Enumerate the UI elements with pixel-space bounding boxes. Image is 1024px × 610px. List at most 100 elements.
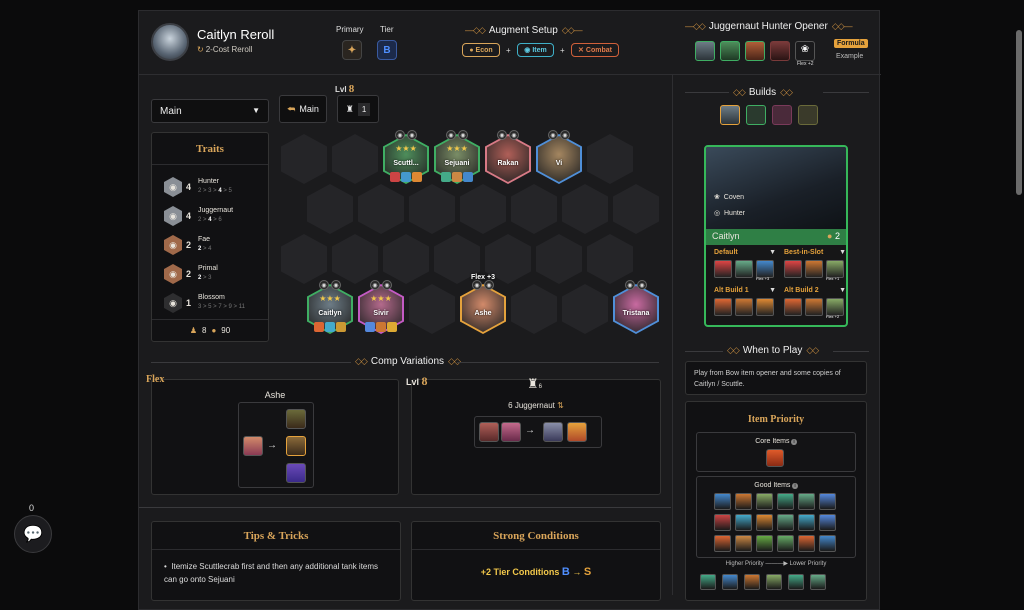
swap-unit-2[interactable] bbox=[286, 436, 306, 456]
build-item-icon[interactable] bbox=[805, 298, 823, 316]
augment-econ[interactable]: ● Econ bbox=[462, 43, 500, 57]
swap-unit-3[interactable] bbox=[286, 463, 306, 483]
chat-button[interactable]: 💬 bbox=[14, 515, 52, 553]
board-hex[interactable] bbox=[536, 234, 582, 284]
item-icon bbox=[387, 322, 397, 332]
build-select[interactable]: Main ▼ bbox=[151, 99, 269, 123]
build-slot-label[interactable]: Alt Build 2 ▼ bbox=[784, 287, 846, 294]
good-item-icon[interactable] bbox=[798, 535, 815, 552]
priority-item-icon[interactable] bbox=[744, 574, 760, 590]
build-item-icon[interactable] bbox=[714, 298, 732, 316]
build-unit-4[interactable] bbox=[798, 105, 818, 125]
good-item-icon[interactable] bbox=[735, 535, 752, 552]
primary-label: Primary bbox=[336, 25, 364, 34]
swap-in-1[interactable] bbox=[543, 422, 563, 442]
unit-name: Vi bbox=[555, 160, 563, 167]
build-slot-label[interactable]: Alt Build 1 ▼ bbox=[714, 287, 776, 294]
good-item-icon[interactable] bbox=[756, 535, 773, 552]
unit-tristana[interactable] bbox=[613, 284, 659, 334]
augment-item[interactable]: ◉ Item bbox=[517, 43, 554, 57]
right-arrow-icon: → bbox=[267, 440, 277, 451]
board-hex[interactable] bbox=[562, 184, 608, 234]
good-item-icon[interactable] bbox=[798, 493, 815, 510]
cost-icon: ● 2 bbox=[827, 231, 840, 241]
board-hex[interactable] bbox=[409, 184, 455, 234]
trait-row-hunter[interactable]: ◉ 4 Hunter 2 > 3 > 4 > 5 bbox=[164, 177, 260, 197]
opener-flex[interactable]: ❀ bbox=[795, 41, 815, 61]
trait-badge-icon: ◉ bbox=[382, 280, 392, 290]
board-hex[interactable] bbox=[409, 284, 455, 334]
build-unit-3[interactable] bbox=[772, 105, 792, 125]
unit-rakan[interactable] bbox=[485, 134, 531, 184]
opener-unit-1[interactable] bbox=[695, 41, 715, 61]
board-hex[interactable] bbox=[587, 234, 633, 284]
board-hex[interactable] bbox=[281, 134, 327, 184]
board-hex[interactable] bbox=[587, 134, 633, 184]
build-slot-label[interactable]: Default ▼ bbox=[714, 249, 776, 256]
board-hex[interactable] bbox=[460, 184, 506, 234]
trait-row-blossom[interactable]: ◉ 1 Blossom 3 > 5 > 7 > 9 > 11 bbox=[164, 293, 260, 313]
board-hex[interactable] bbox=[613, 184, 659, 234]
good-item-icon[interactable] bbox=[777, 514, 794, 531]
good-item-icon[interactable] bbox=[819, 514, 836, 531]
build-item-icon[interactable] bbox=[784, 298, 802, 316]
good-item-icon[interactable] bbox=[714, 514, 731, 531]
build-card-caitlyn[interactable]: ❀ Coven ◎ Hunter Caitlyn ● 2 Default ▼ Flex… bbox=[704, 145, 848, 327]
augment-combat[interactable]: ✕ Combat bbox=[571, 43, 619, 57]
build-item-icon[interactable] bbox=[756, 298, 774, 316]
good-item-icon[interactable] bbox=[777, 535, 794, 552]
unit-ashe[interactable] bbox=[460, 284, 506, 334]
board-hex[interactable] bbox=[562, 284, 608, 334]
unit-trait-badges: ◉ ◉ bbox=[395, 130, 417, 140]
good-item-icon[interactable] bbox=[714, 535, 731, 552]
priority-item-icon[interactable] bbox=[766, 574, 782, 590]
main-button[interactable]: ⮪ Main bbox=[279, 95, 327, 123]
board-hex[interactable] bbox=[511, 184, 557, 234]
board-hex[interactable] bbox=[383, 234, 429, 284]
priority-item-icon[interactable] bbox=[810, 574, 826, 590]
opener-unit-4[interactable] bbox=[770, 41, 790, 61]
good-item-icon[interactable] bbox=[819, 535, 836, 552]
trait-row-juggernaut[interactable]: ◉ 4 Juggernaut 2 > 4 > 6 bbox=[164, 206, 260, 226]
build-item-icon[interactable] bbox=[735, 298, 753, 316]
good-item-icon[interactable] bbox=[714, 493, 731, 510]
swap-unit-1[interactable] bbox=[286, 409, 306, 429]
good-item-icon[interactable] bbox=[819, 493, 836, 510]
build-item-icon[interactable] bbox=[714, 260, 732, 278]
board-hex[interactable] bbox=[358, 184, 404, 234]
good-item-icon[interactable] bbox=[735, 514, 752, 531]
level-toggle[interactable]: ♜ 1 bbox=[337, 95, 379, 123]
good-item-icon[interactable] bbox=[798, 514, 815, 531]
swap-out-1[interactable] bbox=[479, 422, 499, 442]
good-item-icon[interactable] bbox=[735, 493, 752, 510]
board-hex[interactable] bbox=[281, 234, 327, 284]
trait-row-primal[interactable]: ◉ 2 Primal 2 > 3 bbox=[164, 264, 260, 284]
opener-unit-2[interactable] bbox=[720, 41, 740, 61]
good-item-icon[interactable] bbox=[756, 514, 773, 531]
page-scrollbar[interactable] bbox=[1016, 30, 1022, 195]
board-hex[interactable] bbox=[332, 134, 378, 184]
build-item-icon[interactable] bbox=[805, 260, 823, 278]
priority-item-icon[interactable] bbox=[700, 574, 716, 590]
build-item-icon[interactable] bbox=[735, 260, 753, 278]
build-slot-label[interactable]: Best-in-Slot ▼ bbox=[784, 249, 846, 256]
formula-badge[interactable]: Formula bbox=[834, 39, 868, 48]
unit-vi[interactable] bbox=[536, 134, 582, 184]
swap-in-2[interactable] bbox=[567, 422, 587, 442]
build-item-icon[interactable] bbox=[784, 260, 802, 278]
good-item-icon[interactable] bbox=[777, 493, 794, 510]
opener-unit-3[interactable] bbox=[745, 41, 765, 61]
build-unit-2[interactable] bbox=[746, 105, 766, 125]
good-item-icon[interactable] bbox=[756, 493, 773, 510]
board-hex[interactable] bbox=[511, 284, 557, 334]
priority-item-icon[interactable] bbox=[722, 574, 738, 590]
trait-row-fae[interactable]: ◉ 2 Fae 2 > 4 bbox=[164, 235, 260, 255]
swap-out-2[interactable] bbox=[501, 422, 521, 442]
board-hex[interactable] bbox=[332, 234, 378, 284]
priority-item-icon[interactable] bbox=[788, 574, 804, 590]
build-unit-caitlyn[interactable] bbox=[720, 105, 740, 125]
core-item-1[interactable] bbox=[766, 449, 784, 467]
ashe-icon[interactable] bbox=[243, 436, 263, 456]
trait-icon: ◉ bbox=[164, 264, 182, 284]
board-hex[interactable] bbox=[307, 184, 353, 234]
